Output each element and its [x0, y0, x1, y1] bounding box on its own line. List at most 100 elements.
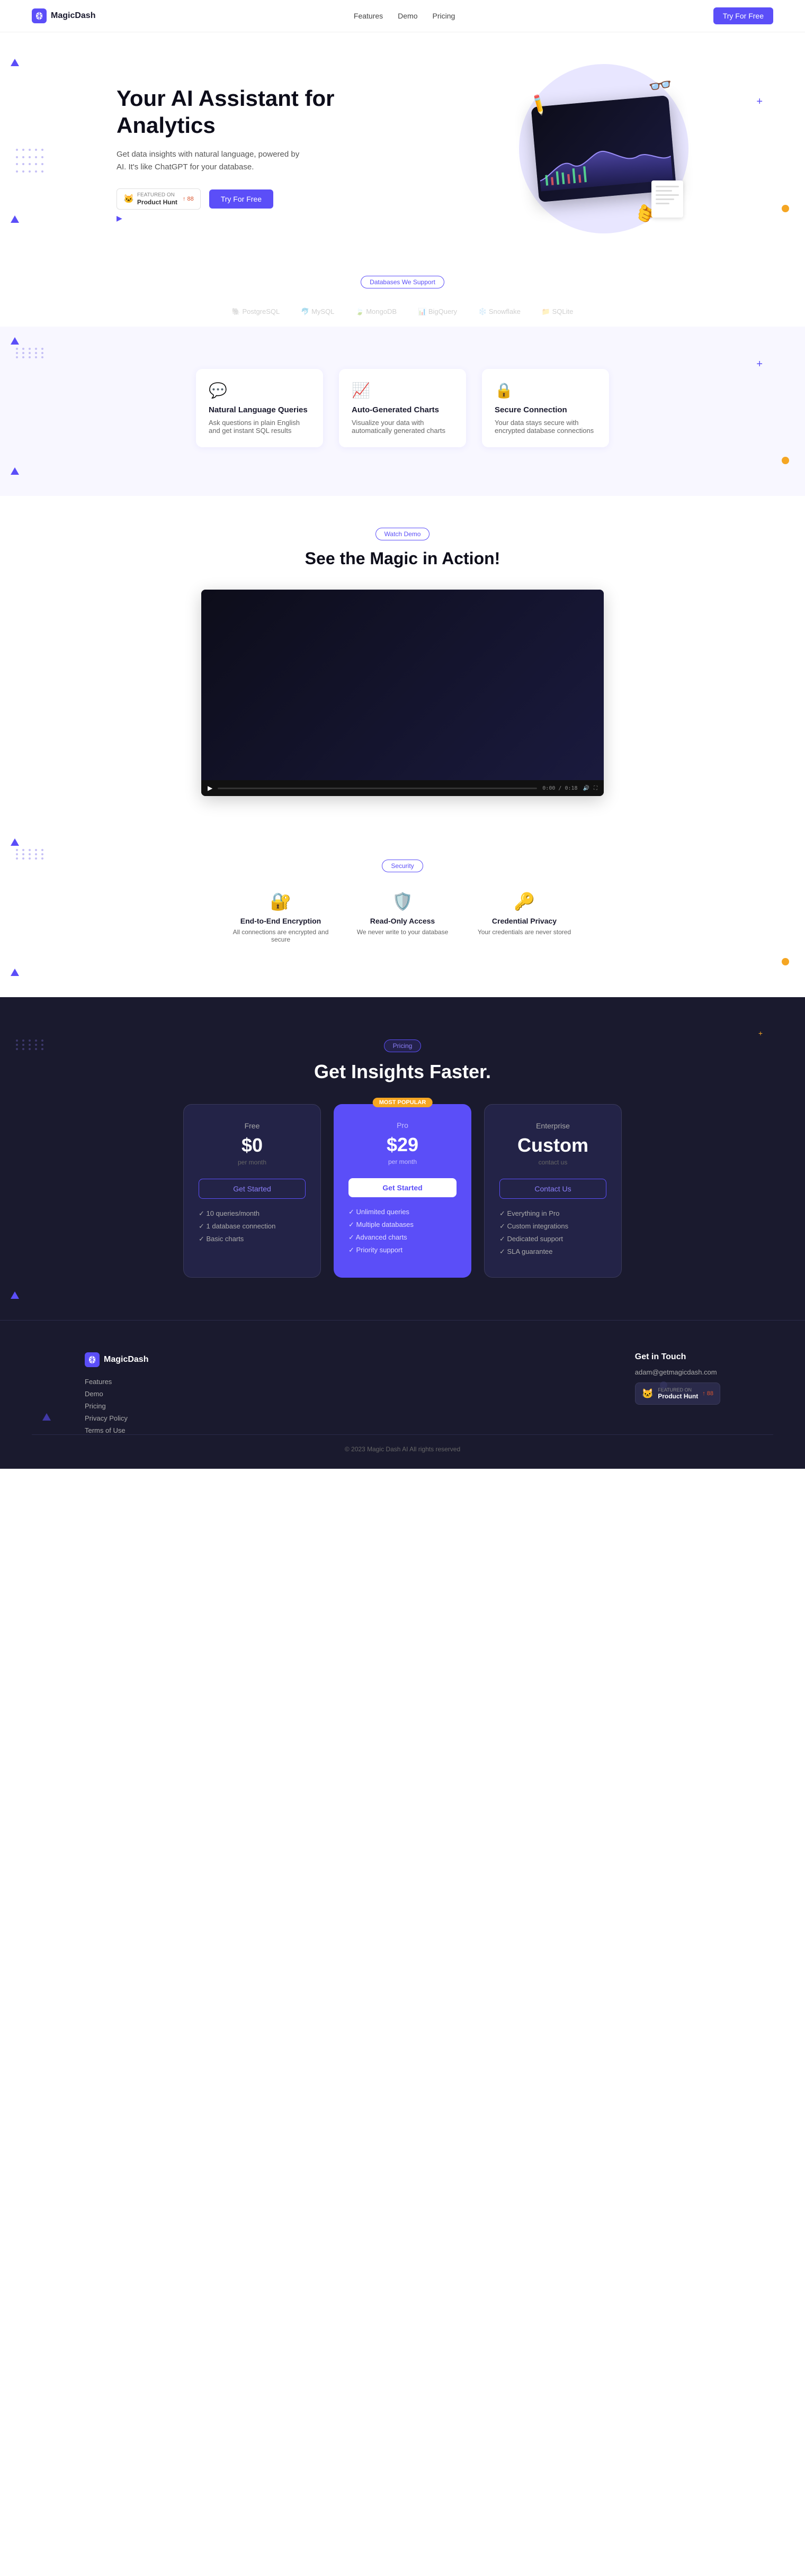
hero-section: Your AI Assistant for Analytics Get data…: [0, 32, 805, 255]
ph-text-block: FEATURED ON Product Hunt: [137, 192, 177, 206]
feature-1-desc: Ask questions in plain English and get i…: [209, 419, 310, 435]
features-section: 💬 Natural Language Queries Ask questions…: [0, 327, 805, 496]
pro-features: ✓ Unlimited queries ✓ Multiple databases…: [348, 1208, 457, 1254]
footer-nav-links: Features Demo Pricing Privacy Policy Ter…: [85, 1378, 148, 1434]
video-player: ▶ 0:00 / 0:18 🔊 ⛶: [201, 590, 604, 796]
feature-cards: 💬 Natural Language Queries Ask questions…: [85, 358, 720, 458]
footer-email[interactable]: adam@getmagicdash.com: [635, 1368, 720, 1376]
pro-plan-label: Pro: [348, 1121, 457, 1129]
enterprise-period: contact us: [499, 1159, 606, 1166]
footer-top: MagicDash Features Demo Pricing Privacy …: [85, 1352, 720, 1434]
footer-deco-circle: [660, 1381, 667, 1389]
hero-cta-button[interactable]: Try For Free: [209, 189, 273, 209]
databases-section: Databases We Support 🐘 PostgreSQL 🐬 MySQ…: [0, 255, 805, 327]
pro-feat-1: ✓ Unlimited queries: [348, 1208, 457, 1216]
feature-2-title: Auto-Generated Charts: [352, 405, 453, 414]
footer-link-pricing[interactable]: Pricing: [85, 1402, 148, 1410]
pricing-cards: Free $0 per month Get Started ✓ 10 queri…: [85, 1104, 720, 1278]
nav-pricing[interactable]: Pricing: [433, 12, 455, 20]
pro-period: per month: [348, 1158, 457, 1165]
free-price: $0: [199, 1134, 306, 1156]
footer-contact-title: Get in Touch: [635, 1352, 720, 1362]
pro-price: $29: [348, 1134, 457, 1156]
ent-feat-2: ✓ Custom integrations: [499, 1222, 606, 1231]
security-tri-2: [11, 969, 19, 976]
feature-3-desc: Your data stays secure with encrypted da…: [495, 419, 596, 435]
security-feature-2: 🛡️ Read-Only Access We never write to yo…: [350, 891, 455, 943]
features-tri-2: [11, 467, 19, 475]
logo-icon: [32, 8, 47, 23]
nav-features[interactable]: Features: [354, 12, 383, 20]
free-feat-2: ✓ 1 database connection: [199, 1222, 306, 1231]
footer-deco-triangle: [42, 1413, 51, 1421]
footer-brand: MagicDash Features Demo Pricing Privacy …: [85, 1352, 148, 1434]
play-button[interactable]: ▶: [208, 784, 212, 792]
pricing-tri-1: [11, 1291, 19, 1299]
pricing-deco-dots: [16, 1040, 46, 1050]
footer-brand-name: MagicDash: [104, 1355, 148, 1364]
footer-link-demo[interactable]: Demo: [85, 1390, 148, 1398]
deco-dots-1: [16, 149, 42, 175]
feature-card-2: 📈 Auto-Generated Charts Visualize your d…: [339, 369, 466, 447]
free-feat-1: ✓ 10 queries/month: [199, 1209, 306, 1218]
pricing-label: Pricing: [384, 1040, 422, 1052]
brand-logo[interactable]: MagicDash: [32, 8, 95, 23]
free-plan-button[interactable]: Get Started: [199, 1179, 306, 1199]
feature-3-icon: 🔒: [495, 382, 596, 399]
demo-label: Watch Demo: [375, 528, 430, 540]
enterprise-plan-label: Enterprise: [499, 1122, 606, 1130]
features-content: 💬 Natural Language Queries Ask questions…: [85, 358, 720, 458]
progress-bar[interactable]: [218, 788, 537, 789]
footer: MagicDash Features Demo Pricing Privacy …: [0, 1320, 805, 1469]
feature-2-icon: 📈: [352, 382, 453, 399]
features-plus-1: +: [756, 358, 763, 370]
footer-link-privacy[interactable]: Privacy Policy: [85, 1414, 148, 1422]
footer-link-terms[interactable]: Terms of Use: [85, 1426, 148, 1434]
hero-actions: 🐱 FEATURED ON Product Hunt ↑ 88 Try For …: [117, 188, 371, 210]
video-screen[interactable]: [201, 590, 604, 780]
features-circle-1: [782, 457, 789, 464]
enterprise-plan-button[interactable]: Contact Us: [499, 1179, 606, 1199]
hero-arrow-icon: ▶: [117, 214, 371, 223]
demo-section: Watch Demo See the Magic in Action! ▶ 0:…: [0, 496, 805, 828]
sec-1-title: End-to-End Encryption: [228, 917, 334, 925]
time-current: 0:00: [542, 785, 555, 791]
ent-feat-3: ✓ Dedicated support: [499, 1235, 606, 1243]
security-features: 🔐 End-to-End Encryption All connections …: [85, 891, 720, 943]
footer-ph-icon: 🐱: [642, 1388, 654, 1399]
sec-3-icon: 🔑: [471, 891, 577, 911]
footer-copyright: © 2023 Magic Dash AI All rights reserved: [32, 1434, 773, 1453]
brand-name: MagicDash: [51, 11, 95, 21]
nav-cta-button[interactable]: Try For Free: [713, 7, 773, 24]
nav-demo[interactable]: Demo: [398, 12, 417, 20]
footer-ph-score: ↑ 88: [702, 1390, 713, 1397]
footer-link-features[interactable]: Features: [85, 1378, 148, 1386]
footer-ph-badge[interactable]: 🐱 FEATURED ON Product Hunt ↑ 88: [635, 1382, 720, 1405]
pro-plan-button[interactable]: Get Started: [348, 1178, 457, 1197]
db-sqlite: 📁 SQLite: [542, 308, 574, 316]
feature-1-icon: 💬: [209, 382, 310, 399]
pricing-enterprise: Enterprise Custom contact us Contact Us …: [484, 1104, 622, 1278]
producthunt-badge[interactable]: 🐱 FEATURED ON Product Hunt ↑ 88: [117, 188, 201, 210]
sec-3-title: Credential Privacy: [471, 917, 577, 925]
fullscreen-icon[interactable]: ⛶: [594, 785, 597, 791]
sec-2-desc: We never write to your database: [350, 928, 455, 936]
pricing-content: Pricing Get Insights Faster. Free $0 per…: [85, 1040, 720, 1278]
volume-icon[interactable]: 🔊: [583, 785, 589, 791]
ent-feat-4: ✓ SLA guarantee: [499, 1248, 606, 1256]
db-mongodb: 🍃 MongoDB: [355, 308, 397, 316]
footer-logo[interactable]: MagicDash: [85, 1352, 148, 1367]
footer-logo-icon: [85, 1352, 100, 1367]
time-total: 0:18: [565, 785, 577, 791]
databases-label: Databases We Support: [361, 276, 444, 288]
feature-card-3: 🔒 Secure Connection Your data stays secu…: [482, 369, 609, 447]
sec-3-desc: Your credentials are never stored: [471, 928, 577, 936]
sec-1-icon: 🔐: [228, 891, 334, 911]
nav-links: Features Demo Pricing: [354, 12, 455, 20]
deco-plus-1: +: [756, 96, 763, 108]
video-right-controls: 🔊 ⛶: [583, 785, 597, 791]
footer-contact: Get in Touch adam@getmagicdash.com 🐱 FEA…: [635, 1352, 720, 1434]
pro-feat-3: ✓ Advanced charts: [348, 1233, 457, 1242]
pricing-plus-1: +: [758, 1029, 763, 1037]
feature-2-desc: Visualize your data with automatically g…: [352, 419, 453, 435]
